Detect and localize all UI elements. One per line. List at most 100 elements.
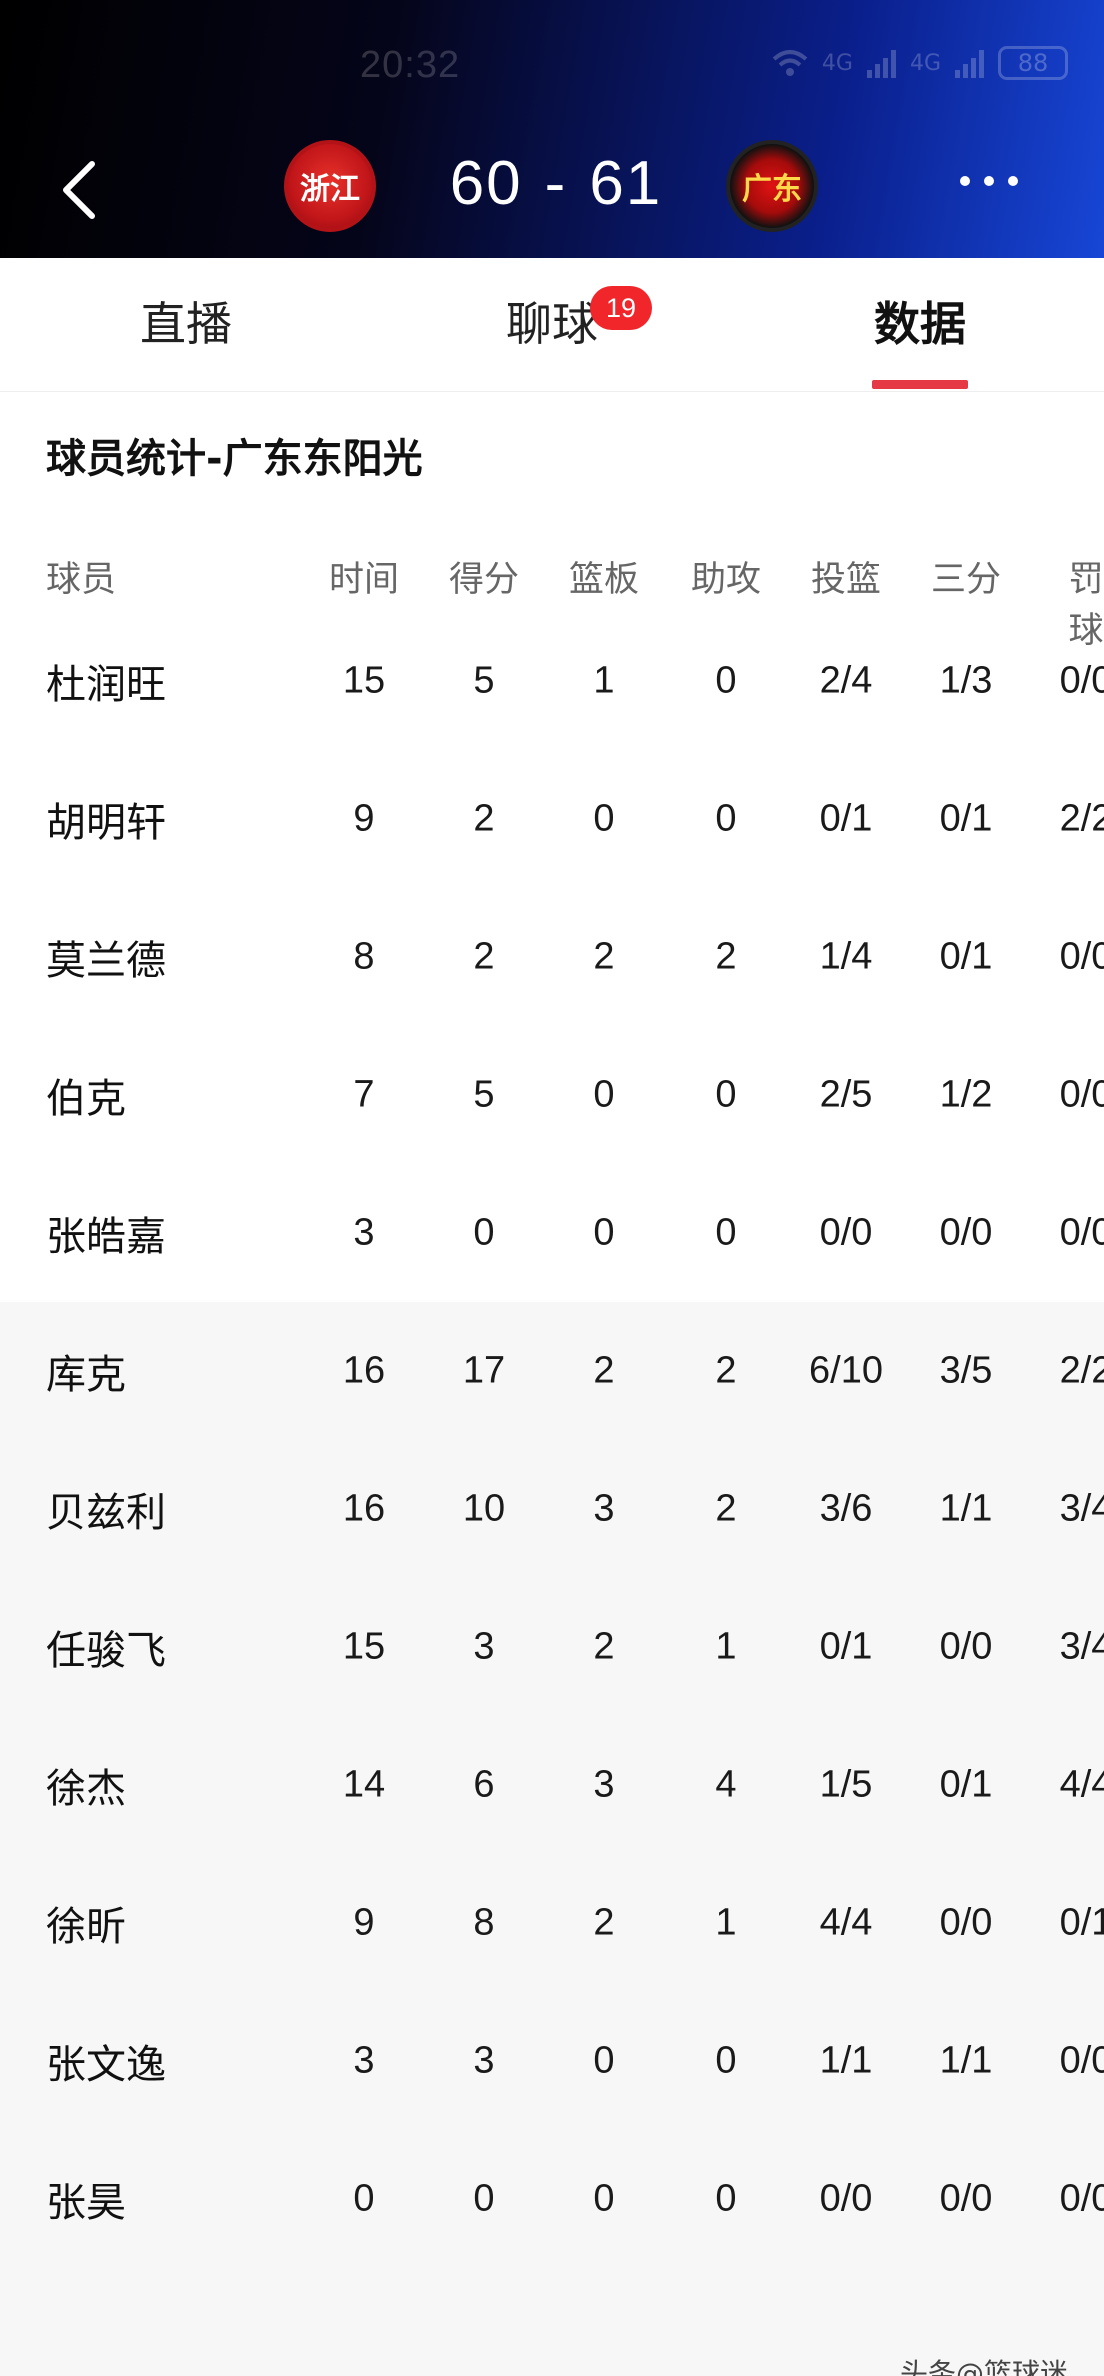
stat-reb: 2 [593,935,615,978]
stat-time: 9 [353,1901,375,1944]
stat-pts: 0 [473,1211,495,1254]
stat-reb: 3 [593,1487,615,1530]
table-row[interactable]: 徐杰 14 6 3 4 1/5 0/1 4/4 [0,1716,1104,1854]
tab-bar: 直播 聊球 19 数据 [0,258,1104,392]
away-team-logo[interactable]: 广东 [726,140,818,232]
stat-three: 0/1 [939,1763,993,1806]
battery-icon: 88 [998,46,1068,80]
tab-data[interactable]: 数据 [872,288,968,358]
network-label-1: 4G [821,50,853,76]
status-time: 20:32 [360,44,461,86]
stat-fg: 0/0 [819,1211,873,1254]
column-header[interactable]: 时间 [329,551,399,602]
stat-ast: 0 [715,797,737,840]
player-name[interactable]: 徐杰 [46,1756,126,1814]
table-row[interactable]: 杜润旺 15 5 1 0 2/4 1/3 0/0 [0,612,1104,750]
stat-fg: 3/6 [819,1487,873,1530]
stat-fg: 6/10 [809,1349,883,1392]
column-header[interactable]: 助攻 [691,551,761,602]
stat-three: 0/1 [939,797,993,840]
player-name[interactable]: 杜润旺 [46,652,166,710]
table-row[interactable]: 张昊 0 0 0 0 0/0 0/0 0/0 [0,2130,1104,2268]
table-row[interactable]: 库克 16 17 2 2 6/10 3/5 2/2 [0,1302,1104,1440]
stat-ft: 0/0 [1059,2177,1104,2220]
stat-pts: 5 [473,1073,495,1116]
player-name[interactable]: 任骏飞 [46,1618,166,1676]
stat-ft: 3/4 [1059,1625,1104,1668]
more-dots-icon[interactable] [960,176,1024,196]
back-arrow-icon [63,161,95,219]
stat-time: 16 [342,1349,386,1392]
tab-live[interactable]: 直播 [136,288,236,358]
stat-ast: 0 [715,2039,737,2082]
player-name[interactable]: 张昊 [46,2170,126,2228]
stat-ast: 1 [715,1625,737,1668]
stat-time: 14 [342,1763,386,1806]
stat-ast: 0 [715,2177,737,2220]
stat-ft: 2/2 [1059,797,1104,840]
stat-three: 0/0 [939,1625,993,1668]
stat-three: 1/3 [939,659,993,702]
table-row[interactable]: 张皓嘉 3 0 0 0 0/0 0/0 0/0 [0,1164,1104,1302]
back-button[interactable] [56,158,104,222]
player-name[interactable]: 库克 [46,1342,126,1400]
stat-pts: 8 [473,1901,495,1944]
player-name[interactable]: 徐昕 [46,1894,126,1952]
home-team-logo[interactable]: 浙江 [284,140,376,232]
stat-reb: 3 [593,1763,615,1806]
stat-pts: 5 [473,659,495,702]
stat-reb: 0 [593,1211,615,1254]
player-name[interactable]: 莫兰德 [46,928,166,986]
chat-count-badge: 19 [590,286,652,330]
stat-pts: 2 [473,797,495,840]
stat-time: 16 [342,1487,386,1530]
signal-icon [955,48,984,78]
table-row[interactable]: 伯克 7 5 0 0 2/5 1/2 0/0 [0,1026,1104,1164]
stat-fg: 0/0 [819,2177,873,2220]
stat-reb: 0 [593,2177,615,2220]
table-row[interactable]: 张文逸 3 3 0 0 1/1 1/1 0/0 [0,1992,1104,2130]
stat-reb: 0 [593,2039,615,2082]
column-header[interactable]: 篮板 [569,551,639,602]
stat-pts: 3 [473,2039,495,2082]
tab-chat[interactable]: 聊球 [502,288,602,358]
stat-three: 1/1 [939,1487,993,1530]
player-name[interactable]: 伯克 [46,1066,126,1124]
stat-three: 0/0 [939,1901,993,1944]
table-row[interactable]: 胡明轩 9 2 0 0 0/1 0/1 2/2 [0,750,1104,888]
stat-ast: 2 [715,935,737,978]
table-row[interactable]: 任骏飞 15 3 2 1 0/1 0/0 3/4 [0,1578,1104,1716]
player-name[interactable]: 胡明轩 [46,790,166,848]
stat-ft: 0/0 [1059,1073,1104,1116]
stat-reb: 2 [593,1901,615,1944]
stat-time: 0 [353,2177,375,2220]
column-header[interactable]: 球员 [46,551,116,602]
table-row[interactable]: 徐昕 9 8 2 1 4/4 0/0 0/1 [0,1854,1104,1992]
stat-fg: 0/1 [819,797,873,840]
stat-ast: 4 [715,1763,737,1806]
stat-time: 7 [353,1073,375,1116]
stat-pts: 2 [473,935,495,978]
column-header[interactable]: 投篮 [811,551,881,602]
stat-reb: 2 [593,1625,615,1668]
player-name[interactable]: 贝兹利 [46,1480,166,1538]
stat-pts: 0 [473,2177,495,2220]
stat-ast: 0 [715,1211,737,1254]
stat-pts: 17 [462,1349,506,1392]
column-header[interactable]: 得分 [449,551,519,602]
stat-ast: 0 [715,659,737,702]
stat-time: 15 [342,1625,386,1668]
stat-ft: 4/4 [1059,1763,1104,1806]
table-row[interactable]: 莫兰德 8 2 2 2 1/4 0/1 0/0 [0,888,1104,1026]
stat-three: 1/1 [939,2039,993,2082]
player-name[interactable]: 张皓嘉 [46,1204,166,1262]
active-tab-indicator [872,380,968,389]
player-name[interactable]: 张文逸 [46,2032,166,2090]
stat-ast: 2 [715,1349,737,1392]
scoreboard: 60-61 [436,148,676,219]
stat-reb: 0 [593,797,615,840]
stat-time: 15 [342,659,386,702]
table-row[interactable]: 贝兹利 16 10 3 2 3/6 1/1 3/4 [0,1440,1104,1578]
stat-three: 0/1 [939,935,993,978]
column-header[interactable]: 三分 [931,551,1001,602]
